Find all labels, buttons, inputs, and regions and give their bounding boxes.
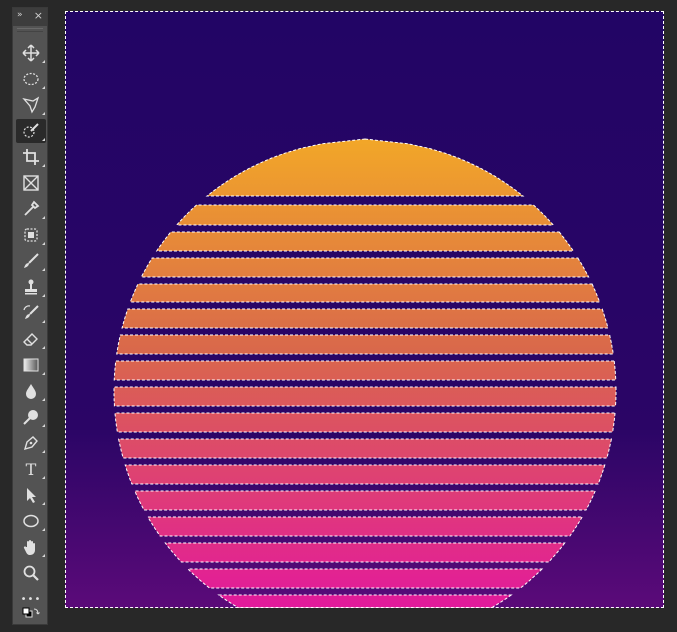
more-icon: ••• (20, 593, 42, 605)
move-icon (22, 44, 40, 62)
tools-panel-header: » × (13, 8, 47, 26)
sun-band (186, 568, 544, 589)
history-brush-tool[interactable] (16, 301, 46, 325)
clone-stamp-tool[interactable] (16, 275, 46, 299)
brush-tool[interactable] (16, 249, 46, 273)
frame-icon (23, 175, 39, 191)
hand-tool[interactable] (16, 535, 46, 559)
crop-tool[interactable] (16, 145, 46, 169)
blur-tool[interactable] (16, 379, 46, 403)
dodge-tool[interactable] (16, 405, 46, 429)
history-brush-icon (23, 305, 39, 319)
color-swatches[interactable] (16, 606, 46, 624)
document-canvas[interactable] (65, 11, 664, 608)
pen-tool[interactable] (16, 431, 46, 455)
zoom-icon (23, 565, 39, 581)
frame-tool[interactable] (16, 171, 46, 195)
spot-healing-tool[interactable] (16, 223, 46, 247)
ellipse-icon (23, 514, 39, 528)
gradient-icon (23, 358, 39, 372)
elliptical-marquee-tool[interactable] (16, 67, 46, 91)
stamp-icon (25, 279, 37, 295)
sun-band (121, 308, 609, 329)
sun-band (113, 360, 617, 381)
crop-icon (23, 149, 39, 165)
quick-selection-tool[interactable] (16, 119, 46, 143)
collapse-panel-icon[interactable]: » (17, 10, 23, 20)
eraser-tool[interactable] (16, 327, 46, 351)
dodge-icon (23, 410, 38, 425)
hand-icon (23, 540, 35, 555)
gradient-tool[interactable] (16, 353, 46, 377)
close-panel-icon[interactable]: × (34, 9, 43, 22)
sun-band (147, 516, 583, 537)
sun-band (217, 594, 513, 608)
sun-band (140, 257, 590, 278)
quick-selection-icon (23, 123, 39, 138)
path-selection-tool[interactable] (16, 483, 46, 507)
sun-band (113, 386, 617, 407)
sun-band (134, 490, 596, 511)
pen-icon (23, 436, 38, 451)
type-tool[interactable]: T (16, 457, 46, 481)
polygonal-lasso-tool[interactable] (16, 93, 46, 117)
sun-band (114, 412, 616, 433)
sun-band (124, 464, 606, 485)
healing-icon (24, 228, 38, 242)
zoom-tool[interactable] (16, 561, 46, 585)
type-icon: T (25, 459, 37, 479)
eraser-icon (23, 333, 38, 346)
tools-panel: » × T ••• (12, 7, 48, 625)
sun-band (155, 231, 575, 252)
panel-grip[interactable] (17, 28, 43, 32)
sun-band (129, 283, 601, 303)
arrow-icon (27, 488, 36, 503)
sun-band (164, 542, 566, 563)
sun-band (117, 438, 613, 459)
move-tool[interactable] (16, 41, 46, 65)
sun-band (116, 334, 614, 355)
sunset-artwork[interactable] (65, 11, 664, 608)
drop-icon (26, 384, 36, 399)
ellipse-tool[interactable] (16, 509, 46, 533)
swatch-icon (22, 607, 40, 618)
ellipse-marquee-icon (23, 72, 39, 86)
brush-icon (24, 253, 39, 268)
eyedropper-tool[interactable] (16, 197, 46, 221)
eyedropper-icon (24, 200, 40, 216)
sun-band (175, 204, 555, 226)
lasso-icon (22, 96, 40, 114)
